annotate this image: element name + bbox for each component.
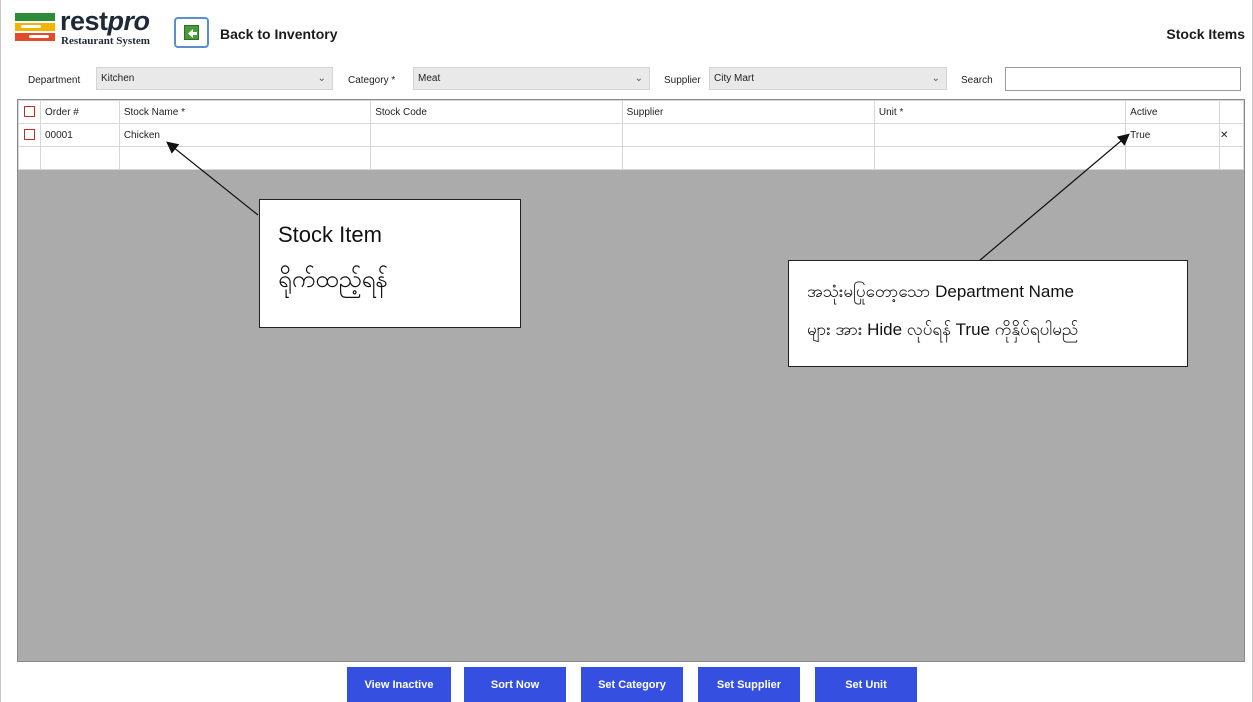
sort-now-button[interactable]: Sort Now	[464, 667, 566, 702]
supplier-cell[interactable]	[621, 123, 875, 147]
checkbox-icon[interactable]	[24, 129, 35, 141]
new-stock-name-cell[interactable]	[118, 146, 372, 170]
logo-icon	[15, 13, 55, 41]
category-select[interactable]: Meat ⌄	[413, 67, 650, 90]
column-header-active[interactable]: Active	[1125, 100, 1220, 124]
unit-cell[interactable]	[873, 123, 1127, 147]
table-row[interactable]: 00001 Chicken True ✕	[18, 123, 1244, 147]
stock-item-callout-line1: Stock Item	[278, 222, 382, 247]
row-select-cell[interactable]	[18, 123, 41, 147]
department-label: Department	[28, 75, 81, 86]
chevron-down-icon: ⌄	[931, 73, 940, 84]
back-arrow-icon	[184, 25, 199, 40]
page-title: Stock Items	[1166, 26, 1245, 42]
search-label: Search	[961, 75, 993, 86]
back-button[interactable]	[174, 17, 209, 48]
stock-name-cell[interactable]: Chicken	[118, 123, 372, 147]
active-callout-line1: အသုံးမပြုတော့သော Department Name	[807, 282, 1074, 301]
column-header-order[interactable]: Order #	[39, 100, 120, 124]
delete-x-icon[interactable]: ✕	[1218, 123, 1244, 147]
new-supplier-cell[interactable]	[621, 146, 875, 170]
stock-item-callout: Stock Item ရိုက်ထည့်ရန်	[259, 199, 521, 328]
stock-item-callout-line2: ရိုက်ထည့်ရန်	[278, 266, 388, 293]
restpro-logo: restpro Restaurant System	[15, 6, 165, 50]
view-inactive-button[interactable]: View Inactive	[347, 667, 451, 702]
supplier-select[interactable]: City Mart ⌄	[709, 67, 947, 90]
column-header-stock-code[interactable]: Stock Code	[370, 100, 623, 124]
order-cell[interactable]: 00001	[39, 123, 120, 147]
footer-toolbar: View Inactive Sort Now Set Category Set …	[1, 663, 1253, 702]
new-order-cell[interactable]	[39, 146, 120, 170]
department-value: Kitchen	[101, 73, 135, 84]
search-input[interactable]	[1005, 67, 1241, 91]
new-row[interactable]	[18, 146, 1244, 170]
set-supplier-button[interactable]: Set Supplier	[698, 667, 800, 702]
column-header-stock-name[interactable]: Stock Name *	[118, 100, 372, 124]
active-callout-line2: များ အား Hide လုပ်ရန် True ကိုနှိပ်ရပါမည…	[807, 320, 1079, 339]
new-stock-code-cell[interactable]	[370, 146, 623, 170]
stock-items-table: Order # Stock Name * Stock Code Supplier…	[18, 100, 1244, 170]
chevron-down-icon: ⌄	[317, 73, 326, 84]
chevron-down-icon: ⌄	[634, 73, 643, 84]
active-cell[interactable]: True	[1125, 123, 1220, 147]
set-unit-button[interactable]: Set Unit	[815, 667, 917, 702]
column-header-supplier[interactable]: Supplier	[621, 100, 875, 124]
new-row-select-cell[interactable]	[18, 146, 41, 170]
stock-code-cell[interactable]	[370, 123, 623, 147]
checkbox-icon[interactable]	[24, 106, 35, 118]
app-window: restpro Restaurant System Back to Invent…	[0, 0, 1253, 702]
select-all-cell[interactable]	[18, 100, 41, 124]
column-header-actions	[1218, 100, 1244, 124]
set-category-button[interactable]: Set Category	[581, 667, 683, 702]
department-select[interactable]: Kitchen ⌄	[96, 67, 333, 90]
active-callout: အသုံးမပြုတော့သော Department Name များ အာ…	[788, 260, 1188, 367]
table-header-row: Order # Stock Name * Stock Code Supplier…	[18, 100, 1244, 124]
supplier-label: Supplier	[664, 75, 701, 86]
new-active-cell[interactable]	[1125, 146, 1220, 170]
column-header-unit[interactable]: Unit *	[873, 100, 1127, 124]
new-unit-cell[interactable]	[873, 146, 1127, 170]
category-label: Category *	[348, 75, 396, 86]
supplier-value: City Mart	[714, 73, 754, 84]
filter-bar: Department Kitchen ⌄ Category * Meat ⌄ S…	[1, 62, 1253, 92]
header: restpro Restaurant System Back to Invent…	[1, 0, 1253, 56]
back-to-inventory-link[interactable]: Back to Inventory	[220, 26, 337, 42]
logo-wordmark: restpro	[60, 6, 150, 36]
stock-items-grid: Order # Stock Name * Stock Code Supplier…	[17, 99, 1245, 662]
category-value: Meat	[418, 73, 441, 84]
new-actions-cell	[1218, 146, 1244, 170]
logo-subtitle: Restaurant System	[61, 35, 150, 47]
